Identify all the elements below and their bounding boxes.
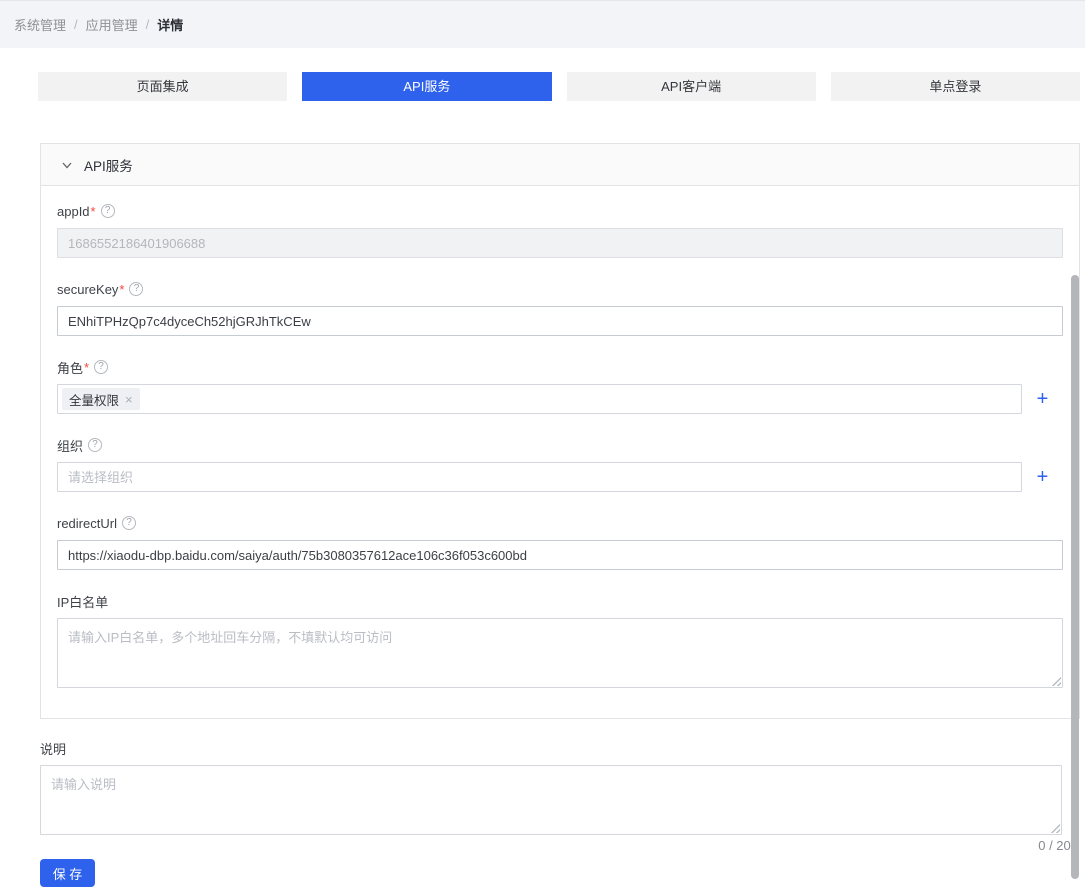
vertical-scrollbar[interactable] xyxy=(1071,275,1079,879)
organization-input[interactable] xyxy=(57,462,1022,492)
redirecturl-label: redirectUrl ? xyxy=(57,516,1063,530)
breadcrumb-separator: / xyxy=(146,17,150,32)
field-appid: appId* ? xyxy=(57,204,1063,258)
required-asterisk: * xyxy=(84,360,89,375)
organization-label: 组织 ? xyxy=(57,438,1063,452)
role-label-text: 角色 xyxy=(57,358,83,377)
help-icon[interactable]: ? xyxy=(129,282,143,296)
breadcrumb-item-app-management[interactable]: 应用管理 xyxy=(86,15,138,34)
add-role-button[interactable]: + xyxy=(1037,389,1049,409)
securekey-label: secureKey* ? xyxy=(57,282,1063,296)
description-textarea[interactable] xyxy=(40,765,1062,835)
field-ip-whitelist: IP白名单 xyxy=(57,594,1063,688)
organization-label-text: 组织 xyxy=(57,436,83,455)
breadcrumb: 系统管理 / 应用管理 / 详情 xyxy=(0,0,1085,48)
tab-page-integration[interactable]: 页面集成 xyxy=(38,72,287,101)
redirecturl-label-text: redirectUrl xyxy=(57,516,117,531)
required-asterisk: * xyxy=(119,282,124,297)
breadcrumb-item-system-management[interactable]: 系统管理 xyxy=(14,15,66,34)
panel-header-api-service[interactable]: API服务 xyxy=(41,144,1079,186)
ip-whitelist-label-text: IP白名单 xyxy=(57,592,108,611)
char-counter: 0 / 200 xyxy=(40,838,1078,853)
api-service-panel: API服务 appId* ? secureKey* ? 角色* ? xyxy=(40,143,1080,719)
panel-title: API服务 xyxy=(84,155,133,175)
description-label: 说明 xyxy=(40,741,1062,755)
securekey-input[interactable] xyxy=(57,306,1063,336)
field-organization: 组织 ? + xyxy=(57,438,1063,492)
ip-whitelist-textarea[interactable] xyxy=(57,618,1063,688)
tab-api-service[interactable]: API服务 xyxy=(302,72,551,101)
field-role: 角色* ? 全量权限 × + xyxy=(57,360,1063,414)
securekey-label-text: secureKey xyxy=(57,282,118,297)
description-label-text: 说明 xyxy=(40,739,66,758)
help-icon[interactable]: ? xyxy=(88,438,102,452)
required-asterisk: * xyxy=(91,204,96,219)
add-organization-button[interactable]: + xyxy=(1037,467,1049,487)
tab-api-client[interactable]: API客户端 xyxy=(567,72,816,101)
description-section: 说明 0 / 200 保 存 xyxy=(40,741,1062,887)
appid-input xyxy=(57,228,1063,258)
field-securekey: secureKey* ? xyxy=(57,282,1063,336)
appid-label-text: appId xyxy=(57,204,90,219)
chevron-down-icon xyxy=(61,159,73,171)
ip-whitelist-label: IP白名单 xyxy=(57,594,1063,608)
role-tag: 全量权限 × xyxy=(62,388,140,410)
tab-bar: 页面集成 API服务 API客户端 单点登录 xyxy=(38,72,1080,101)
redirecturl-input[interactable] xyxy=(57,540,1063,570)
panel-body: appId* ? secureKey* ? 角色* ? 全量权限 × xyxy=(41,186,1079,718)
breadcrumb-item-detail: 详情 xyxy=(157,15,183,34)
role-tag-label: 全量权限 xyxy=(69,390,119,409)
breadcrumb-separator: / xyxy=(74,17,78,32)
tag-remove-icon[interactable]: × xyxy=(125,392,133,407)
role-label: 角色* ? xyxy=(57,360,1063,374)
help-icon[interactable]: ? xyxy=(122,516,136,530)
field-redirecturl: redirectUrl ? xyxy=(57,516,1063,570)
save-button[interactable]: 保 存 xyxy=(40,859,95,887)
help-icon[interactable]: ? xyxy=(94,360,108,374)
help-icon[interactable]: ? xyxy=(101,204,115,218)
tab-sso[interactable]: 单点登录 xyxy=(831,72,1080,101)
role-select-input[interactable]: 全量权限 × xyxy=(57,384,1022,414)
appid-label: appId* ? xyxy=(57,204,1063,218)
